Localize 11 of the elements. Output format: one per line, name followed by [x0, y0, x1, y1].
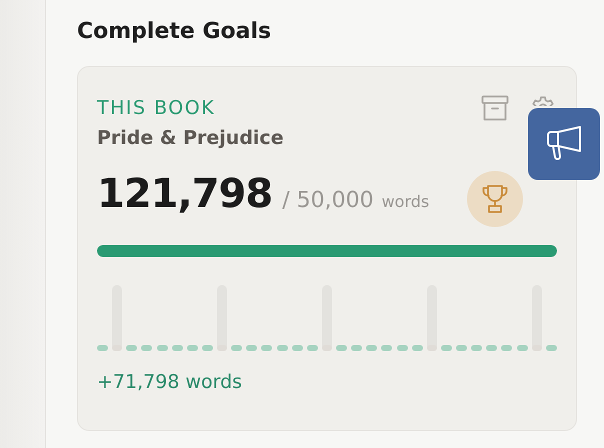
word-target: / 50,000	[282, 188, 374, 213]
goal-label: THIS BOOK	[97, 96, 216, 121]
words-gained: +71,798 words	[97, 371, 244, 393]
trophy-icon	[481, 184, 509, 214]
word-unit: words	[382, 192, 430, 211]
megaphone-icon	[544, 126, 584, 162]
book-title: Pride & Prejudice	[97, 126, 284, 151]
word-count: 121,798	[97, 171, 272, 217]
archive-icon[interactable]	[481, 95, 509, 121]
section-heading: Complete Goals	[77, 18, 272, 46]
announcement-button[interactable]	[528, 108, 600, 180]
